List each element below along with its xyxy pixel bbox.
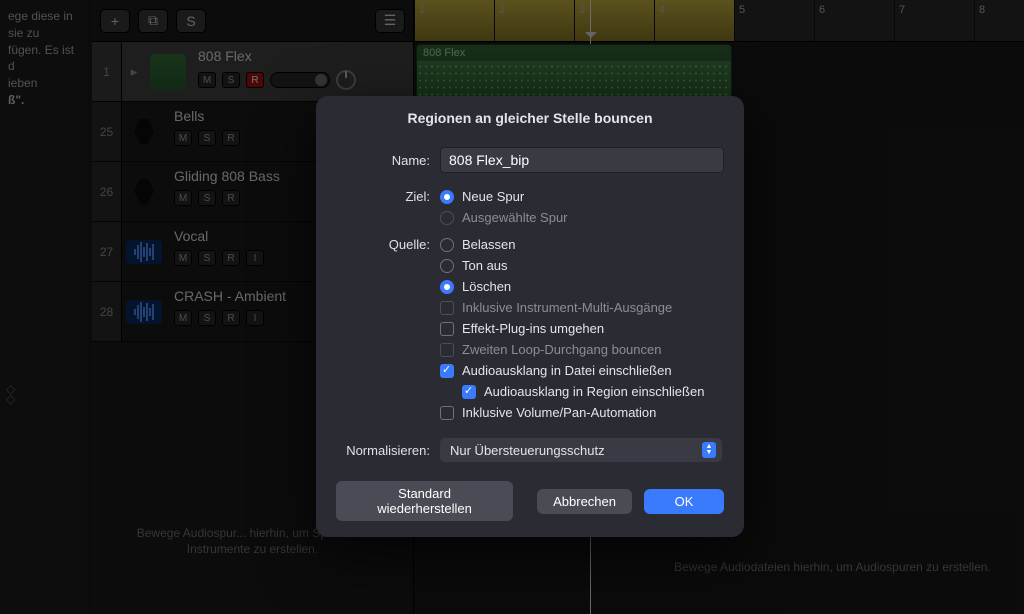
- ziel-ausgewaehlte-radio: [440, 211, 454, 225]
- ziel-label: Ziel:: [316, 189, 430, 204]
- track-index: 28: [92, 282, 122, 341]
- check-second-loop: [440, 343, 454, 357]
- track-icon: [122, 282, 166, 341]
- check-bypass-fx[interactable]: [440, 322, 454, 336]
- reset-defaults-button[interactable]: Standard wiederherstellen: [336, 481, 513, 521]
- record-button[interactable]: R: [222, 310, 240, 326]
- global-solo-button[interactable]: S: [176, 9, 206, 33]
- library-hint: ege diese in sie zu fügen. Es ist d iebe…: [8, 8, 80, 109]
- timeline-ruler[interactable]: 1 2 3 4 5 6 7 8: [414, 0, 1024, 42]
- track-icon: [122, 102, 166, 161]
- zoom-handles[interactable]: ◇◇: [6, 384, 15, 404]
- track-icon: [122, 222, 166, 281]
- ruler-tick: 4: [654, 0, 665, 41]
- pan-knob[interactable]: [336, 70, 356, 90]
- check-bypass-fx-label: Effekt-Plug-ins umgehen: [462, 321, 604, 336]
- ziel-ausgewaehlte-label: Ausgewählte Spur: [462, 210, 568, 225]
- dialog-title: Regionen an gleicher Stelle bouncen: [316, 110, 744, 126]
- name-input[interactable]: [440, 147, 724, 173]
- record-button[interactable]: R: [246, 72, 264, 88]
- record-button[interactable]: R: [222, 130, 240, 146]
- input-monitor-button[interactable]: I: [246, 310, 264, 326]
- select-caret-icon: ▲▼: [702, 442, 716, 458]
- disclosure-icon[interactable]: ▸: [122, 42, 146, 101]
- mute-button[interactable]: M: [174, 310, 192, 326]
- track-row[interactable]: 1 ▸ 808 Flex M S R: [92, 42, 413, 102]
- add-track-button[interactable]: +: [100, 9, 130, 33]
- quelle-tonaus-radio[interactable]: [440, 259, 454, 273]
- ruler-tick: 7: [894, 0, 905, 41]
- midi-region[interactable]: 808 Flex: [416, 44, 732, 100]
- check-tail-region[interactable]: [462, 385, 476, 399]
- quelle-loeschen-radio[interactable]: [440, 280, 454, 294]
- mute-button[interactable]: M: [174, 130, 192, 146]
- mute-button[interactable]: M: [198, 72, 216, 88]
- quelle-label: Quelle:: [316, 237, 430, 252]
- normalize-label: Normalisieren:: [316, 443, 430, 458]
- quelle-belassen-radio[interactable]: [440, 238, 454, 252]
- check-second-loop-label: Zweiten Loop-Durchgang bouncen: [462, 342, 661, 357]
- normalize-select[interactable]: Nur Übersteuerungsschutz ▲▼: [440, 438, 722, 462]
- check-tail-region-label: Audioausklang in Region einschließen: [484, 384, 704, 399]
- quelle-loeschen-label: Löschen: [462, 279, 511, 294]
- ruler-tick: 6: [814, 0, 825, 41]
- waveform-icon: [126, 300, 162, 324]
- check-volume-pan[interactable]: [440, 406, 454, 420]
- track-name: 808 Flex: [198, 48, 413, 64]
- record-button[interactable]: R: [222, 190, 240, 206]
- drumpad-icon: [150, 54, 186, 90]
- ziel-neue-spur-label: Neue Spur: [462, 189, 524, 204]
- normalize-value: Nur Übersteuerungsschutz: [450, 443, 605, 458]
- check-tail-file[interactable]: [440, 364, 454, 378]
- mute-button[interactable]: M: [174, 250, 192, 266]
- ruler-tick: 5: [734, 0, 745, 41]
- waveform-icon: [126, 240, 162, 264]
- tracklist-view-button[interactable]: ☰: [375, 9, 405, 33]
- ok-button[interactable]: OK: [644, 489, 724, 514]
- solo-button[interactable]: S: [198, 130, 216, 146]
- track-icon: [122, 162, 166, 221]
- name-label: Name:: [316, 153, 430, 168]
- region-label: 808 Flex: [417, 45, 731, 61]
- mic-icon: [133, 119, 155, 145]
- volume-slider[interactable]: [270, 72, 330, 88]
- check-tail-file-label: Audioausklang in Datei einschließen: [462, 363, 672, 378]
- track-index: 27: [92, 222, 122, 281]
- mute-button[interactable]: M: [174, 190, 192, 206]
- check-multi: [440, 301, 454, 315]
- check-volume-pan-label: Inklusive Volume/Pan-Automation: [462, 405, 656, 420]
- track-index: 26: [92, 162, 122, 221]
- region-content: [417, 63, 731, 99]
- library-panel: ege diese in sie zu fügen. Es ist d iebe…: [0, 0, 88, 614]
- duplicate-track-button[interactable]: ⧉: [138, 9, 168, 33]
- solo-button[interactable]: S: [198, 190, 216, 206]
- cancel-button[interactable]: Abbrechen: [537, 489, 632, 514]
- input-monitor-button[interactable]: I: [246, 250, 264, 266]
- solo-button[interactable]: S: [198, 250, 216, 266]
- track-index: 25: [92, 102, 122, 161]
- ruler-tick: 2: [494, 0, 505, 41]
- arrange-drop-hint: Bewege Audiodateien hierhin, um Audiospu…: [674, 560, 1024, 574]
- track-toolbar: + ⧉ S ☰: [92, 0, 413, 42]
- check-multi-label: Inklusive Instrument-Multi-Ausgänge: [462, 300, 672, 315]
- solo-button[interactable]: S: [198, 310, 216, 326]
- quelle-tonaus-label: Ton aus: [462, 258, 508, 273]
- record-button[interactable]: R: [222, 250, 240, 266]
- track-icon: [146, 42, 190, 101]
- solo-button[interactable]: S: [222, 72, 240, 88]
- track-index: 1: [92, 42, 122, 101]
- ruler-tick: 3: [574, 0, 585, 41]
- quelle-belassen-label: Belassen: [462, 237, 515, 252]
- bounce-dialog: Regionen an gleicher Stelle bouncen Name…: [316, 96, 744, 537]
- ziel-neue-spur-radio[interactable]: [440, 190, 454, 204]
- ruler-tick: 1: [414, 0, 425, 41]
- mic-icon: [133, 179, 155, 205]
- ruler-tick: 8: [974, 0, 985, 41]
